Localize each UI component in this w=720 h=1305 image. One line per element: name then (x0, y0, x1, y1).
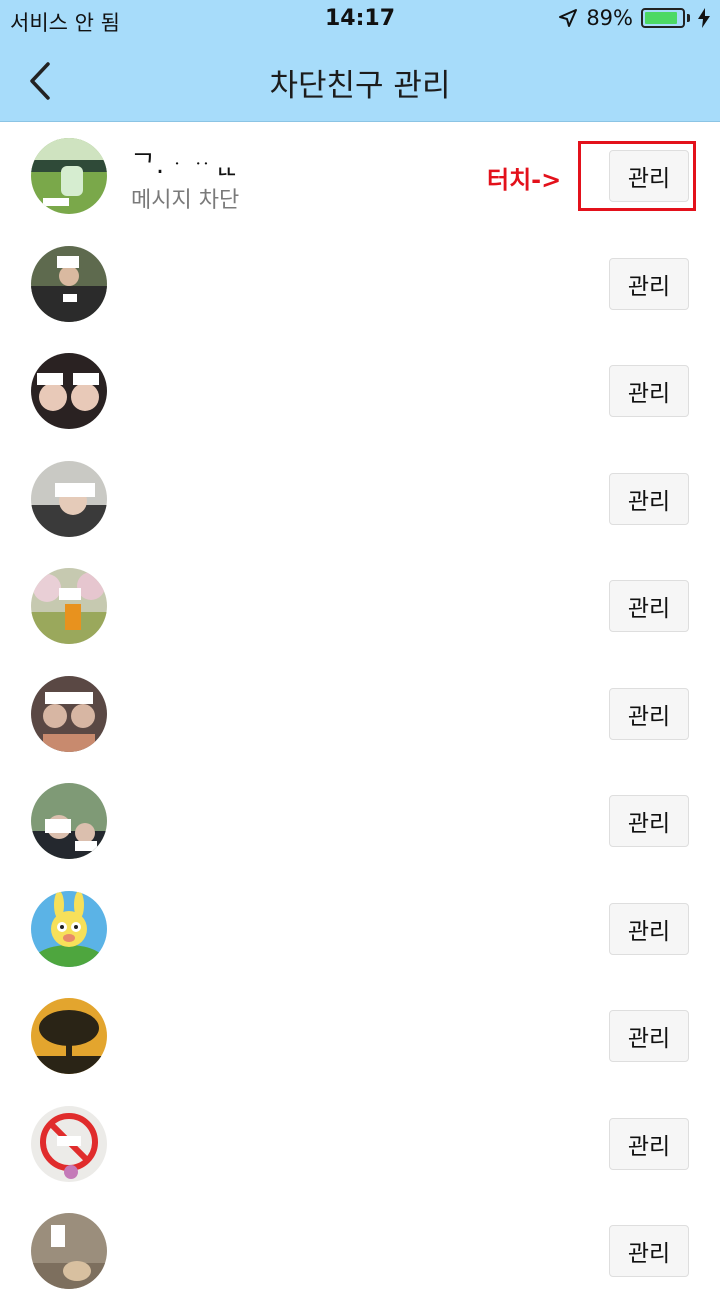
lightning-icon (698, 8, 710, 28)
avatar-photo-group[interactable] (31, 675, 107, 752)
avatar-photo-person[interactable] (31, 460, 107, 537)
avatar-photo-two-people[interactable] (31, 353, 107, 429)
friend-status: 메시지 차단 (131, 188, 240, 213)
list-item: 관리 (0, 230, 720, 338)
manage-button[interactable]: 관리 (609, 1117, 689, 1170)
manage-button[interactable]: 관리 (609, 150, 689, 202)
page-title: 차단친구 관리 (269, 68, 451, 104)
manage-button[interactable]: 관리 (609, 687, 689, 740)
avatar-photo-couple[interactable] (31, 783, 107, 859)
avatar-photo-motorbike[interactable] (31, 245, 107, 322)
battery-fill (645, 12, 678, 24)
list-item: ᄀ.ᆞᆢᆫᆫ 메시지 차단 관리 (0, 122, 720, 230)
status-right: 89% (558, 6, 710, 30)
list-item: 관리 (0, 1090, 720, 1198)
manage-button[interactable]: 관리 (609, 1225, 689, 1277)
list-item: 관리 (0, 982, 720, 1090)
battery-cap (687, 14, 690, 22)
list-item: 관리 (0, 875, 720, 983)
manage-button[interactable]: 관리 (609, 795, 689, 847)
nav-bar: 차단친구 관리 (0, 40, 720, 122)
status-bar: 서비스 안 됨 14:17 89% (0, 0, 720, 40)
location-arrow-icon (559, 9, 578, 27)
manage-button[interactable]: 관리 (609, 472, 689, 525)
list-item: 관리 (0, 660, 720, 768)
blocked-friends-list: ᄀ.ᆞᆢᆫᆫ 메시지 차단 관리 관리 관리 관리 관리 관리 관리 관리 관리… (0, 122, 720, 1305)
manage-button[interactable]: 관리 (609, 580, 689, 632)
manage-button[interactable]: 관리 (609, 902, 689, 955)
battery-percent: 89% (586, 6, 633, 30)
manage-button[interactable]: 관리 (609, 365, 689, 417)
touch-annotation: 터치-> (487, 166, 562, 194)
avatar-tree-silhouette[interactable] (31, 998, 107, 1074)
friend-name: ᄀ.ᆞᆢᆫᆫ (131, 150, 240, 180)
avatar-photo-field[interactable] (31, 138, 107, 214)
list-item: 관리 (0, 1197, 720, 1305)
battery-icon (641, 8, 685, 28)
manage-button[interactable]: 관리 (609, 257, 689, 310)
list-item: 관리 (0, 767, 720, 875)
avatar-character-muzi[interactable] (31, 890, 107, 967)
list-item: 관리 (0, 445, 720, 553)
avatar-photo-blossom[interactable] (31, 568, 107, 644)
list-item: 관리 (0, 552, 720, 660)
list-item: 관리 (0, 337, 720, 445)
manage-button[interactable]: 관리 (609, 1010, 689, 1062)
avatar-no-sign[interactable] (31, 1105, 107, 1182)
avatar-photo-dog[interactable] (31, 1213, 107, 1289)
